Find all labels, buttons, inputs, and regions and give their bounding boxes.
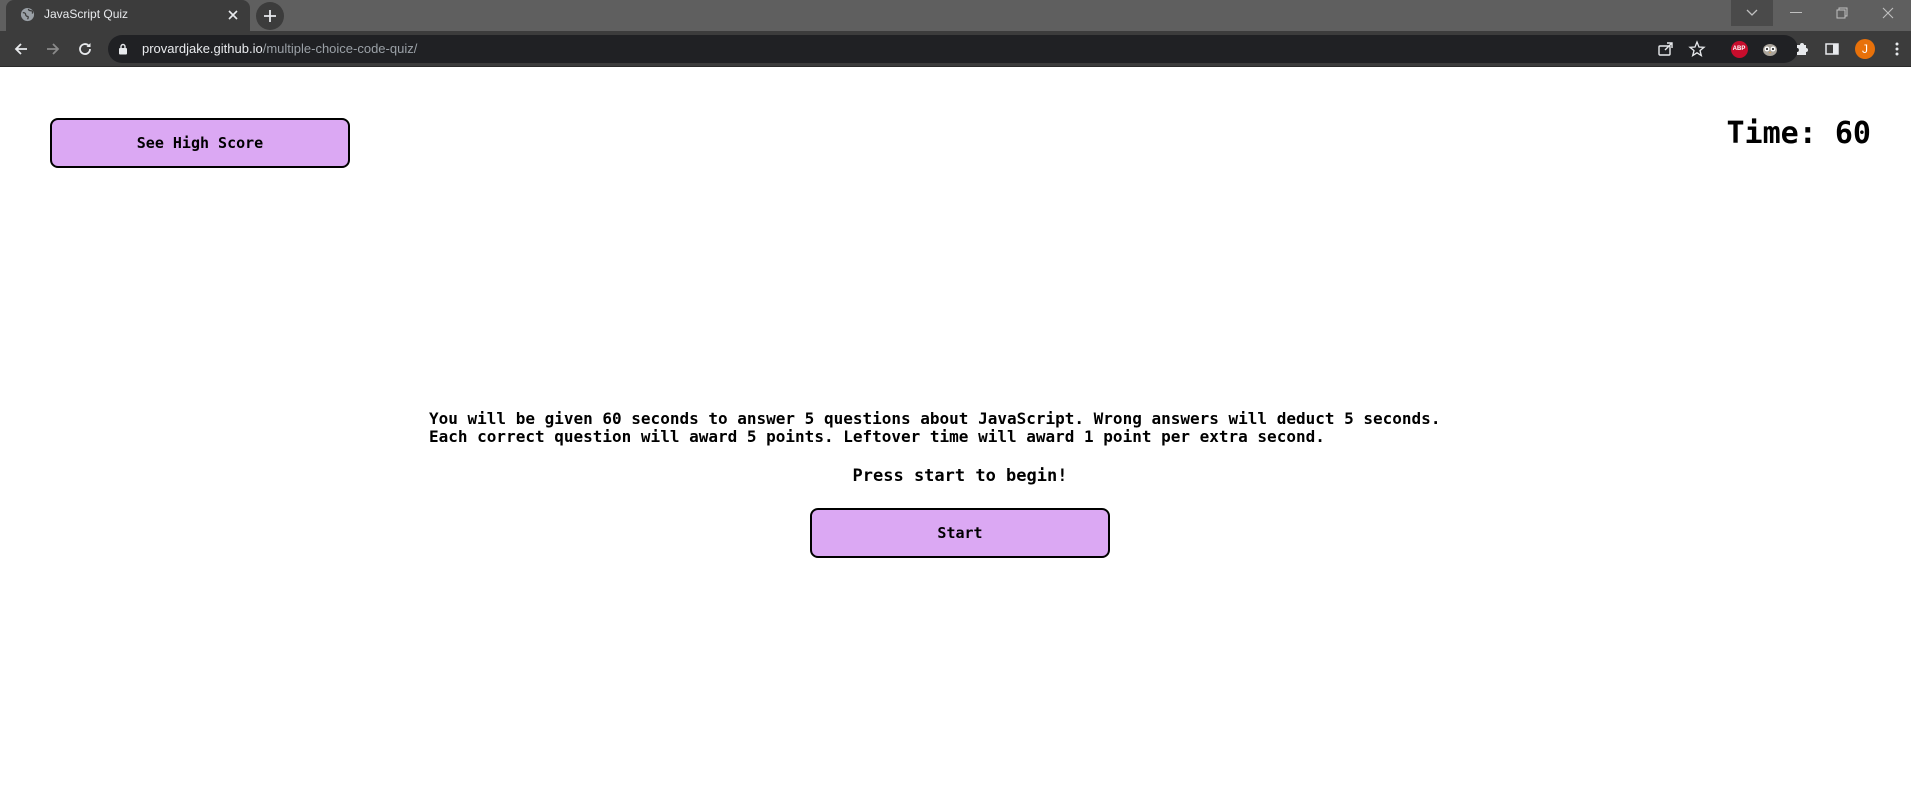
- url-text: provardjake.github.io/multiple-choice-co…: [142, 41, 417, 56]
- adblock-extension[interactable]: ABP: [1729, 39, 1749, 59]
- url-path: /multiple-choice-code-quiz/: [262, 41, 418, 56]
- browser-toolbar: provardjake.github.io/multiple-choice-co…: [0, 31, 1911, 67]
- tab-strip: JavaScript Quiz: [0, 0, 1911, 31]
- tab-search-button[interactable]: [1731, 0, 1773, 26]
- see-high-score-button[interactable]: See High Score: [50, 118, 350, 168]
- browser-tab[interactable]: JavaScript Quiz: [6, 0, 250, 31]
- puzzle-icon: [1797, 43, 1808, 55]
- avatar: J: [1855, 39, 1875, 59]
- plus-icon: [264, 10, 276, 22]
- lock-icon: [119, 43, 127, 55]
- close-icon: [1882, 7, 1894, 19]
- address-bar[interactable]: provardjake.github.io/multiple-choice-co…: [108, 35, 1798, 63]
- browser-menu-button[interactable]: [1887, 39, 1907, 59]
- start-button[interactable]: Start: [810, 508, 1110, 558]
- share-icon[interactable]: [1657, 40, 1675, 58]
- arrow-right-icon: [47, 43, 60, 55]
- adblock-icon: ABP: [1730, 40, 1748, 58]
- instructions-line-2: Each correct question will award 5 point…: [429, 427, 1325, 446]
- url-host: provardjake.github.io: [142, 41, 263, 56]
- arrow-left-icon: [14, 43, 27, 55]
- extensions-button[interactable]: [1792, 39, 1812, 59]
- press-start-text: Press start to begin!: [852, 466, 1068, 486]
- instructions: You will be given 60 seconds to answer 5…: [429, 410, 1499, 446]
- reload-button[interactable]: [73, 37, 97, 61]
- side-panel-icon: [1825, 43, 1839, 55]
- owl-extension[interactable]: [1760, 39, 1780, 59]
- kebab-menu-icon: [1895, 42, 1899, 56]
- instructions-line-1: You will be given 60 seconds to answer 5…: [429, 409, 1441, 428]
- window-controls: [1731, 0, 1911, 26]
- minimize-icon: [1790, 12, 1802, 13]
- bookmark-star-icon[interactable]: [1688, 40, 1706, 58]
- back-button[interactable]: [9, 37, 33, 61]
- quiz-page: See High Score Time: 60 You will be give…: [0, 68, 1911, 790]
- restore-icon: [1836, 7, 1848, 19]
- chevron-down-icon: [1746, 9, 1758, 16]
- new-tab-button[interactable]: [256, 2, 284, 30]
- timer: Time: 60: [1726, 116, 1872, 151]
- reload-icon: [79, 43, 91, 55]
- profile-button[interactable]: J: [1855, 39, 1875, 59]
- tab-title: JavaScript Quiz: [44, 7, 129, 21]
- forward-button[interactable]: [41, 37, 65, 61]
- owl-icon: [1763, 44, 1777, 56]
- side-panel-button[interactable]: [1822, 39, 1842, 59]
- tab-close-icon[interactable]: [224, 6, 242, 24]
- minimize-button[interactable]: [1773, 0, 1819, 26]
- globe-icon: [20, 7, 35, 22]
- restore-button[interactable]: [1819, 0, 1865, 26]
- close-window-button[interactable]: [1865, 0, 1911, 26]
